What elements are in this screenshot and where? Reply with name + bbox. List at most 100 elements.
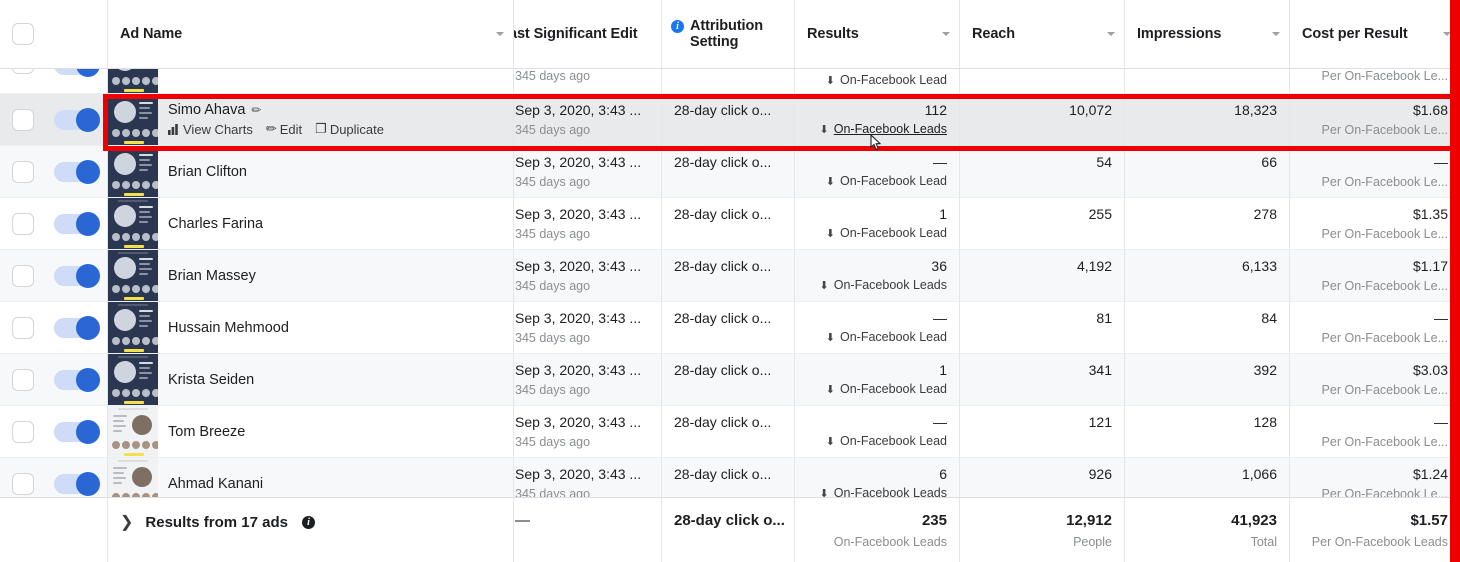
ad-status-toggle[interactable] xyxy=(54,107,100,132)
header-select-all-cell[interactable] xyxy=(0,0,48,68)
row-toggle-cell[interactable] xyxy=(48,250,108,302)
chevron-down-icon[interactable] xyxy=(496,32,504,36)
row-checkbox[interactable] xyxy=(12,316,34,339)
row-checkbox[interactable] xyxy=(12,420,34,443)
row-checkbox-cell[interactable] xyxy=(0,354,48,406)
row-checkbox-cell[interactable] xyxy=(0,250,48,302)
ad-thumbnail xyxy=(108,354,158,405)
cost-sub: Per On-Facebook Le... xyxy=(1321,123,1448,137)
table-row[interactable]: Tom Breeze Sep 3, 2020, 3:43 ... 345 days … xyxy=(0,406,1460,458)
header-cost-per-result[interactable]: Cost per Result xyxy=(1290,0,1460,68)
chevron-down-icon[interactable] xyxy=(942,32,950,36)
row-impressions-cell: 278 xyxy=(1125,198,1290,250)
impressions-value: 278 xyxy=(1253,206,1277,222)
ad-status-toggle[interactable] xyxy=(54,159,100,184)
row-checkbox[interactable] xyxy=(12,212,34,235)
header-toggle-cell xyxy=(48,0,108,68)
table-row[interactable]: Hussain Mehmood Sep 3, 2020, 3:43 ... 345 … xyxy=(0,302,1460,354)
duplicate-icon: ❐ xyxy=(315,121,327,136)
ad-status-toggle[interactable] xyxy=(54,367,100,392)
row-checkbox-cell[interactable] xyxy=(0,69,48,94)
ad-status-toggle[interactable] xyxy=(54,471,100,496)
ad-status-toggle[interactable] xyxy=(54,419,100,444)
view-charts-label: View Charts xyxy=(183,121,253,137)
header-attribution-setting[interactable]: i Attribution Setting xyxy=(662,0,795,68)
row-checkbox-cell[interactable] xyxy=(0,302,48,354)
row-ad-name-cell[interactable]: Simo Ahava ✏ View Charts ✏ Edit ❐ Duplicate xyxy=(108,94,514,146)
row-cost-cell: Per On-Facebook Le... xyxy=(1290,69,1460,94)
cost-sub: Per On-Facebook Le... xyxy=(1321,175,1448,189)
impressions-value: 392 xyxy=(1253,362,1277,378)
ad-name-label: Brian Clifton xyxy=(168,163,247,180)
cost-value: $1.68 xyxy=(1412,102,1448,118)
duplicate-button[interactable]: ❐ Duplicate xyxy=(315,121,384,137)
cost-sub: Per On-Facebook Le... xyxy=(1321,227,1448,241)
table-row[interactable]: Krista Seiden Sep 3, 2020, 3:43 ... 345 da… xyxy=(0,354,1460,406)
results-lead-line: ⬇ On-Facebook Lead xyxy=(807,434,947,448)
pencil-icon[interactable]: ✏ xyxy=(251,103,261,117)
row-checkbox[interactable] xyxy=(12,368,34,391)
row-ad-name-cell[interactable]: Brian Clifton xyxy=(108,146,514,198)
row-checkbox[interactable] xyxy=(12,264,34,287)
row-checkbox-cell[interactable] xyxy=(0,406,48,458)
chevron-down-icon[interactable] xyxy=(1107,32,1115,36)
info-circle-icon[interactable]: i xyxy=(301,515,315,529)
row-ad-name-cell[interactable]: Tom Breeze xyxy=(108,406,514,458)
row-toggle-cell[interactable] xyxy=(48,354,108,406)
row-toggle-cell[interactable] xyxy=(48,146,108,198)
row-checkbox[interactable] xyxy=(12,69,34,74)
table-row[interactable]: Simo Ahava ✏ View Charts ✏ Edit ❐ Duplicate Sep… xyxy=(0,94,1460,146)
row-ad-name-cell[interactable]: Krista Seiden xyxy=(108,354,514,406)
chevron-down-icon[interactable] xyxy=(1272,32,1280,36)
summary-row: ❯ Results from 17 ads i — 28-day click o… xyxy=(0,497,1460,562)
row-ad-name-cell[interactable]: Brian Massey xyxy=(108,250,514,302)
row-ad-name-cell[interactable]: Hussain Mehmood xyxy=(108,302,514,354)
header-reach[interactable]: Reach xyxy=(960,0,1125,68)
table-row[interactable]: Brian Massey Sep 3, 2020, 3:43 ... 345 day… xyxy=(0,250,1460,302)
ad-status-toggle[interactable] xyxy=(54,315,100,340)
row-results-cell: ⬇ On-Facebook Lead xyxy=(795,69,960,94)
row-ad-name-cell[interactable] xyxy=(108,69,514,94)
row-checkbox[interactable] xyxy=(12,472,34,495)
row-toggle-cell[interactable] xyxy=(48,198,108,250)
row-checkbox[interactable] xyxy=(12,160,34,183)
row-toggle-cell[interactable] xyxy=(48,69,108,94)
summary-label-cell[interactable]: ❯ Results from 17 ads i xyxy=(108,498,514,562)
row-toggle-cell[interactable] xyxy=(48,94,108,146)
cost-value: — xyxy=(1434,310,1448,326)
row-cost-cell: $1.68 Per On-Facebook Le... xyxy=(1290,94,1460,146)
table-row[interactable]: Brian Clifton Sep 3, 2020, 3:43 ... 345 da… xyxy=(0,146,1460,198)
edit-button[interactable]: ✏ Edit xyxy=(266,121,302,137)
info-circle-icon[interactable]: i xyxy=(671,20,684,33)
ad-status-toggle[interactable] xyxy=(54,69,100,77)
row-attribution-cell: 28-day click o... xyxy=(662,406,795,458)
row-toggle-cell[interactable] xyxy=(48,406,108,458)
row-checkbox-cell[interactable] xyxy=(0,198,48,250)
header-last-significant-edit[interactable]: ast Significant Edit xyxy=(514,0,662,68)
view-charts-button[interactable]: View Charts xyxy=(168,122,253,137)
table-row[interactable]: Charles Farina Sep 3, 2020, 3:43 ... 345 d… xyxy=(0,198,1460,250)
edit-time-ago: 345 days ago xyxy=(515,331,591,345)
impressions-value: 1,066 xyxy=(1241,466,1277,482)
header-results[interactable]: Results xyxy=(795,0,960,68)
row-checkbox-cell[interactable] xyxy=(0,146,48,198)
row-ad-name-cell[interactable]: Charles Farina xyxy=(108,198,514,250)
download-icon: ⬇ xyxy=(819,279,829,292)
ad-status-toggle[interactable] xyxy=(54,263,100,288)
results-lead-line: ⬇ On-Facebook Lead xyxy=(807,226,947,240)
header-results-label: Results xyxy=(807,26,859,42)
ad-status-toggle[interactable] xyxy=(54,211,100,236)
select-all-checkbox[interactable] xyxy=(12,23,34,45)
header-impressions[interactable]: Impressions xyxy=(1125,0,1290,68)
header-ad-name[interactable]: Ad Name xyxy=(108,0,514,68)
edit-date: Sep 3, 2020, 3:43 ... xyxy=(515,310,642,326)
row-checkbox-cell[interactable] xyxy=(0,94,48,146)
cost-value: — xyxy=(1434,414,1448,430)
row-toggle-cell[interactable] xyxy=(48,302,108,354)
row-checkbox[interactable] xyxy=(12,108,34,131)
chevron-right-icon[interactable]: ❯ xyxy=(120,512,133,532)
impressions-value: 6,133 xyxy=(1241,258,1277,274)
results-sub: On-Facebook Leads xyxy=(833,278,947,292)
results-sub-link[interactable]: On-Facebook Leads xyxy=(834,122,947,136)
table-row-partial[interactable]: 345 days ago ⬇ On-Facebook Lead Per On-Fa… xyxy=(0,69,1460,94)
